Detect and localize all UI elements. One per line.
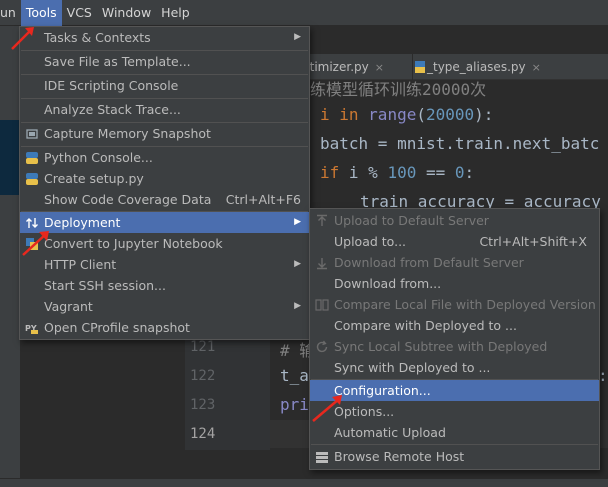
menu-item-download-from[interactable]: Download from... — [310, 273, 599, 294]
menu-item-browse-remote[interactable]: Browse Remote Host — [310, 446, 599, 467]
project-panel-selection — [0, 120, 20, 195]
menu-item-deployment[interactable]: Deployment ▶ — [20, 212, 309, 233]
menu-item-compare-local[interactable]: Compare Local File with Deployed Version — [310, 294, 599, 315]
code-line-for: i in range(20000): — [320, 105, 493, 124]
menubar: un Tools VCS Window Help — [0, 0, 608, 26]
tools-menu: Tasks & Contexts ▶ Save File as Template.… — [19, 26, 310, 340]
code-keyword: if — [320, 163, 340, 182]
remote-host-icon — [316, 452, 328, 463]
sync-icon — [316, 340, 328, 353]
cprofile-icon: PY — [25, 324, 38, 334]
menu-vcs[interactable]: VCS — [62, 0, 97, 26]
code-text: == — [416, 163, 455, 182]
menu-item-open-cprofile[interactable]: PY Open CProfile snapshot — [20, 317, 309, 338]
line-number: 123 — [190, 397, 216, 413]
shortcut-label: Ctrl+Alt+Shift+X — [479, 234, 587, 249]
menu-item-upload-default[interactable]: Upload to Default Server — [310, 210, 599, 231]
menu-item-start-ssh[interactable]: Start SSH session... — [20, 275, 309, 296]
menu-item-automatic-upload[interactable]: Automatic Upload — [310, 422, 599, 443]
menu-separator — [311, 444, 598, 445]
submenu-arrow-icon: ▶ — [294, 32, 301, 42]
tab-label: ptimizer.py — [302, 60, 369, 74]
menu-window[interactable]: Window — [97, 0, 156, 26]
code-line-print: pri — [280, 395, 309, 414]
status-bar — [0, 478, 608, 487]
submenu-arrow-icon: ▶ — [294, 217, 301, 227]
code-number: 0 — [454, 163, 465, 182]
upload-icon — [317, 214, 327, 226]
code-line-batch: batch = mnist.train.next_batc — [320, 134, 600, 153]
code-paren: ( — [416, 105, 426, 124]
submenu-arrow-icon: ▶ — [294, 259, 301, 269]
code-line-if: if i % 100 == 0: — [320, 163, 474, 182]
code-builtin: pri — [280, 395, 309, 414]
code-number: 100 — [387, 163, 417, 182]
line-number: 124 — [190, 426, 216, 442]
code-text: : — [464, 163, 475, 182]
menu-help[interactable]: Help — [156, 0, 195, 26]
close-icon[interactable]: × — [375, 61, 384, 74]
menu-item-python-console[interactable]: Python Console... — [20, 147, 309, 168]
menu-run[interactable]: un — [0, 0, 21, 26]
compare-icon — [315, 299, 329, 311]
setup-py-icon — [26, 173, 38, 185]
shortcut-label: Ctrl+Alt+F6 — [225, 192, 301, 207]
code-comment: 练模型循环训练20000次 — [310, 80, 487, 99]
menu-item-options[interactable]: Options... — [310, 401, 599, 422]
code-number: 20000 — [425, 105, 475, 124]
menu-item-upload-to[interactable]: Upload to... Ctrl+Alt+Shift+X — [310, 231, 599, 252]
menu-item-http-client[interactable]: HTTP Client ▶ — [20, 254, 309, 275]
jupyter-icon — [26, 238, 38, 250]
tab-label: _type_aliases.py — [427, 60, 526, 74]
menu-item-configuration[interactable]: Configuration... — [310, 380, 599, 401]
memory-snapshot-icon — [26, 129, 38, 139]
menu-item-ide-scripting-console[interactable]: IDE Scripting Console — [20, 75, 309, 96]
menu-item-vagrant[interactable]: Vagrant ▶ — [20, 296, 309, 317]
code-paren: ): — [474, 105, 494, 124]
code-builtin: range — [368, 105, 417, 124]
menu-item-create-setup-py[interactable]: Create setup.py — [20, 168, 309, 189]
python-console-icon — [26, 152, 38, 164]
code-line-t-a: t_a — [280, 366, 309, 385]
menu-item-convert-jupyter[interactable]: Convert to Jupyter Notebook — [20, 233, 309, 254]
deployment-icon — [26, 218, 38, 228]
download-icon — [317, 258, 327, 270]
menu-item-sync-local[interactable]: Sync Local Subtree with Deployed — [310, 336, 599, 357]
submenu-arrow-icon: ▶ — [294, 301, 301, 311]
menu-item-tasks-contexts[interactable]: Tasks & Contexts ▶ — [20, 27, 309, 48]
code-keyword: i in — [320, 105, 359, 124]
menu-item-capture-memory-snapshot[interactable]: Capture Memory Snapshot — [20, 123, 309, 144]
menu-item-show-code-coverage[interactable]: Show Code Coverage Data Ctrl+Alt+F6 — [20, 189, 309, 210]
code-text: i % — [339, 163, 388, 182]
menu-item-sync-deployed[interactable]: Sync with Deployed to ... — [310, 357, 599, 378]
menu-tools[interactable]: Tools — [20, 0, 62, 26]
close-icon[interactable]: × — [532, 61, 541, 74]
deployment-submenu: Upload to Default Server Upload to... Ctr… — [309, 208, 600, 470]
line-number: 122 — [190, 368, 216, 384]
menu-item-analyze-stack-trace[interactable]: Analyze Stack Trace... — [20, 99, 309, 120]
menu-item-compare-deployed[interactable]: Compare with Deployed to ... — [310, 315, 599, 336]
line-number: 121 — [190, 339, 216, 355]
menu-item-download-default[interactable]: Download from Default Server — [310, 252, 599, 273]
project-panel-strip — [0, 26, 20, 487]
python-file-icon — [415, 61, 425, 73]
menu-item-save-template[interactable]: Save File as Template... — [20, 51, 309, 72]
